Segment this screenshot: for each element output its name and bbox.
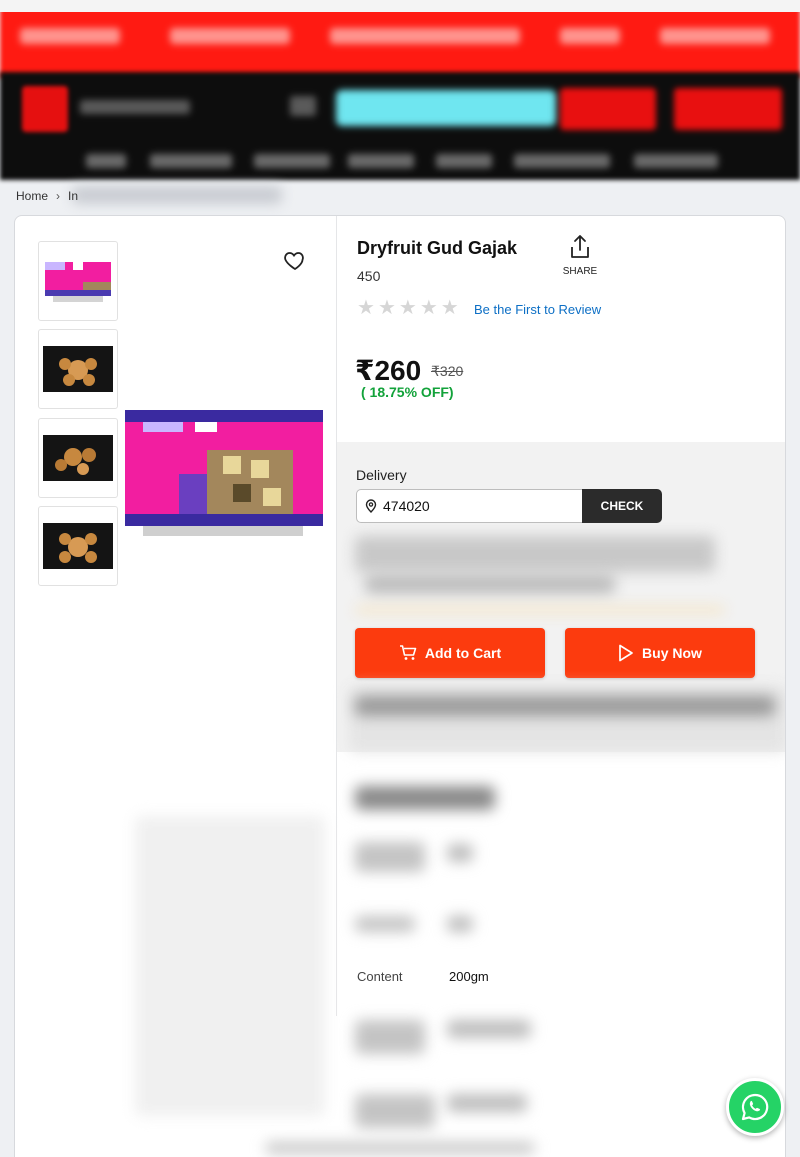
heart-icon[interactable] bbox=[283, 248, 307, 272]
spec-value-blur bbox=[447, 1020, 531, 1038]
nav-item[interactable] bbox=[436, 154, 492, 168]
add-to-cart-button[interactable]: Add to Cart bbox=[355, 628, 545, 678]
cart-icon bbox=[399, 645, 417, 660]
footer-blur bbox=[265, 1142, 535, 1154]
thumbnail-2[interactable] bbox=[38, 329, 118, 409]
breadcrumb: Home › In bbox=[16, 189, 78, 203]
share-button[interactable]: SHARE bbox=[555, 234, 605, 277]
menu-icon[interactable] bbox=[290, 96, 316, 116]
pincode-value: 474020 bbox=[383, 498, 430, 514]
thumbnail-1[interactable] bbox=[38, 241, 118, 321]
add-to-cart-label: Add to Cart bbox=[424, 645, 502, 661]
share-icon bbox=[571, 235, 589, 258]
discount-badge: ( 18.75% OFF) bbox=[361, 384, 454, 400]
offers-blur bbox=[355, 696, 775, 716]
product-thumb-image bbox=[45, 262, 111, 302]
breadcrumb-home[interactable]: Home bbox=[16, 189, 48, 203]
delivery-info-blur bbox=[365, 574, 615, 594]
nav-item[interactable] bbox=[634, 154, 718, 168]
nav-item[interactable] bbox=[86, 154, 126, 168]
product-thumb-image bbox=[43, 346, 113, 392]
product-main-image[interactable] bbox=[123, 408, 326, 538]
spec-label-blur bbox=[355, 1094, 435, 1128]
spec-label-blur bbox=[355, 1020, 425, 1054]
specification-heading-blur bbox=[355, 786, 495, 810]
thumbnail-4[interactable] bbox=[38, 506, 118, 586]
header-button[interactable] bbox=[560, 88, 656, 130]
logo-text-blur bbox=[80, 100, 190, 114]
star-icon[interactable]: ★ bbox=[399, 298, 417, 318]
promo-text-blur bbox=[660, 28, 770, 44]
product-weight: 450 bbox=[357, 268, 381, 284]
nav-item[interactable] bbox=[254, 154, 330, 168]
delivery-label: Delivery bbox=[356, 467, 407, 483]
promo-text-blur bbox=[330, 28, 520, 44]
product-card: Dryfruit Gud Gajak 450 SHARE ★ ★ ★ ★ ★ B… bbox=[14, 215, 786, 1157]
site-header bbox=[0, 72, 800, 180]
star-icon[interactable]: ★ bbox=[357, 298, 375, 318]
whatsapp-button[interactable] bbox=[726, 1078, 784, 1136]
location-pin-icon bbox=[365, 499, 377, 513]
star-icon[interactable]: ★ bbox=[378, 298, 396, 318]
promo-text-blur bbox=[20, 28, 120, 44]
check-pincode-button[interactable]: CHECK bbox=[582, 489, 662, 523]
breadcrumb-blur bbox=[72, 186, 282, 204]
nav-item[interactable] bbox=[150, 154, 232, 168]
product-thumb-image bbox=[43, 523, 113, 569]
thumbnail-3[interactable] bbox=[38, 418, 118, 498]
share-label: SHARE bbox=[562, 266, 598, 277]
sale-price: ₹260 bbox=[355, 355, 422, 386]
spec-content-value: 200gm bbox=[449, 969, 489, 984]
chevron-right-icon: › bbox=[56, 189, 61, 203]
pincode-field[interactable]: 474020 bbox=[356, 489, 584, 523]
nav-item[interactable] bbox=[514, 154, 610, 168]
buy-now-button[interactable]: Buy Now bbox=[565, 628, 755, 678]
promo-text-blur bbox=[170, 28, 290, 44]
promo-text-blur bbox=[560, 28, 620, 44]
status-strip bbox=[0, 0, 800, 12]
star-icon[interactable]: ★ bbox=[420, 298, 438, 318]
buy-now-label: Buy Now bbox=[642, 645, 702, 661]
original-price: ₹320 bbox=[431, 363, 464, 379]
spec-value-blur bbox=[447, 916, 473, 932]
divider-blur bbox=[355, 606, 725, 614]
star-icon[interactable]: ★ bbox=[441, 298, 459, 318]
breadcrumb-category[interactable]: In bbox=[68, 189, 78, 203]
play-icon bbox=[619, 644, 633, 662]
spec-label-blur bbox=[355, 842, 425, 872]
spec-content-label: Content bbox=[357, 969, 403, 984]
first-review-link[interactable]: Be the First to Review bbox=[474, 302, 601, 317]
product-thumb-image bbox=[43, 435, 113, 481]
left-area-blur bbox=[135, 816, 325, 1116]
search-input[interactable] bbox=[336, 90, 556, 126]
nav-item[interactable] bbox=[348, 154, 414, 168]
spec-label-blur bbox=[355, 916, 415, 932]
delivery-info-blur bbox=[355, 536, 715, 572]
whatsapp-icon bbox=[741, 1093, 769, 1121]
rating-stars: ★ ★ ★ ★ ★ bbox=[357, 298, 459, 318]
spec-value-blur bbox=[447, 844, 473, 862]
header-button[interactable] bbox=[674, 88, 782, 130]
site-logo[interactable] bbox=[22, 86, 68, 132]
product-title: Dryfruit Gud Gajak bbox=[357, 238, 518, 258]
spec-value-blur bbox=[447, 1094, 527, 1112]
